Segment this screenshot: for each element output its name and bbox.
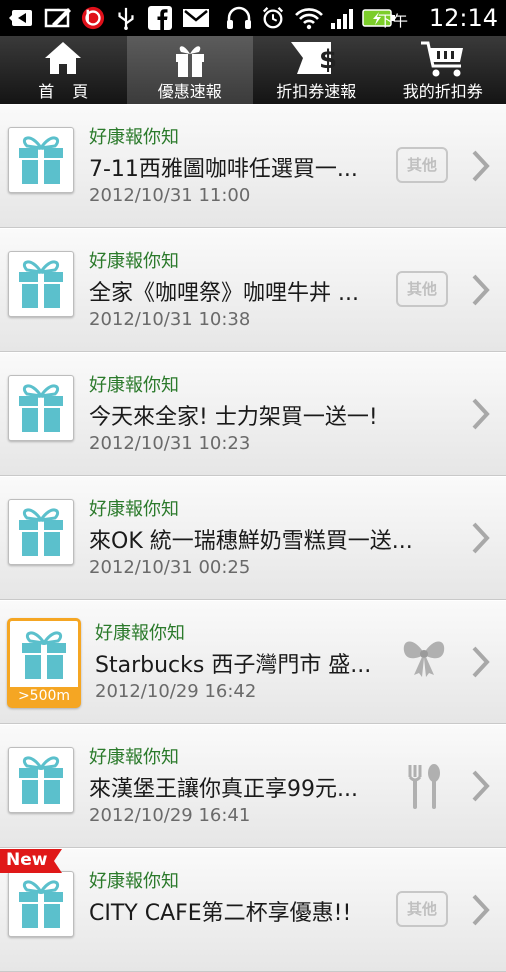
item-source: 好康報你知 (89, 867, 179, 893)
item-source: 好康報你知 (89, 495, 179, 521)
gift-icon (13, 382, 69, 434)
category-badge: 其他 (396, 891, 448, 927)
tab-bar: 首頁 優惠速報 $ 折扣券速報 我的折扣券 (0, 36, 506, 104)
beats-icon (80, 6, 106, 30)
item-source: 好康報你知 (89, 123, 179, 149)
item-date: 2012/10/31 11:00 (89, 185, 250, 206)
gift-icon (13, 258, 69, 310)
item-date: 2012/10/31 10:23 (89, 433, 250, 454)
list-item[interactable]: 好康報你知 7-11西雅圖咖啡任選買一... 2012/10/31 11:00 … (0, 104, 506, 228)
item-title: 來OK 統一瑞穗鮮奶雪糕買一送... (89, 523, 451, 555)
item-date: 2012/10/29 16:42 (95, 681, 256, 702)
chevron-right-icon (470, 769, 492, 803)
list-item[interactable]: 好康報你知 全家《咖哩祭》咖哩牛丼 ... 2012/10/31 10:38 其… (0, 228, 506, 352)
item-title: 全家《咖哩祭》咖哩牛丼 ... (89, 275, 389, 307)
tab-coupons[interactable]: $ 折扣券速報 (253, 36, 380, 104)
list-item[interactable]: 好康報你知 今天來全家! 士力架買一送一! 2012/10/31 10:23 (0, 352, 506, 476)
gmail-icon (182, 6, 210, 30)
thumbnail (8, 871, 74, 937)
wifi-icon (294, 6, 324, 30)
coupon-icon: $ (289, 40, 343, 76)
tab-coupons-label: 折扣券速報 (253, 78, 380, 102)
tab-deals-label: 優惠速報 (127, 78, 254, 102)
bow-icon (400, 635, 448, 679)
gift-icon (13, 506, 69, 558)
tab-my-coupons[interactable]: 我的折扣券 (380, 36, 506, 104)
home-icon (43, 40, 83, 76)
distance-label: >500m (10, 687, 78, 705)
item-source: 好康報你知 (95, 619, 185, 645)
item-date: 2012/10/29 16:41 (89, 805, 250, 826)
thumbnail: >500m (7, 618, 81, 708)
tab-deals[interactable]: 優惠速報 (127, 36, 254, 104)
headphones-icon (226, 6, 252, 30)
thumbnail (8, 375, 74, 441)
fork-spoon-icon (404, 763, 444, 811)
svg-text:$: $ (319, 45, 337, 75)
item-date: 2012/10/31 00:25 (89, 557, 250, 578)
new-label: New (6, 850, 47, 870)
category-badge: 其他 (396, 147, 448, 183)
item-title: 來漢堡王讓你真正享99元... (89, 771, 389, 803)
tab-home[interactable]: 首頁 (0, 36, 127, 104)
status-ampm: 下午 (378, 10, 408, 31)
item-source: 好康報你知 (89, 371, 179, 397)
gift-icon (13, 878, 69, 930)
list-item[interactable]: 好康報你知 來OK 統一瑞穗鮮奶雪糕買一送... 2012/10/31 00:2… (0, 476, 506, 600)
back-icon (8, 6, 34, 30)
thumbnail (8, 127, 74, 193)
list-item[interactable]: 好康報你知 來漢堡王讓你真正享99元... 2012/10/29 16:41 (0, 724, 506, 848)
tab-my-coupons-label: 我的折扣券 (380, 78, 506, 102)
chevron-right-icon (470, 273, 492, 307)
chevron-right-icon (470, 893, 492, 927)
gift-icon (13, 134, 69, 186)
item-source: 好康報你知 (89, 247, 179, 273)
thumbnail (8, 747, 74, 813)
item-title: 7-11西雅圖咖啡任選買一... (89, 151, 389, 183)
status-time: 12:14 (429, 4, 498, 32)
list-item[interactable]: New 好康報你知 CITY CAFE第二杯享優惠!! 其他 (0, 848, 506, 972)
gift-icon (16, 629, 72, 681)
gift-icon (13, 754, 69, 806)
thumbnail (8, 251, 74, 317)
chevron-right-icon (470, 645, 492, 679)
category-badge: 其他 (396, 271, 448, 307)
tab-home-label: 首頁 (0, 78, 127, 102)
item-title: Starbucks 西子灣門市 盛... (95, 647, 391, 679)
list-item[interactable]: >500m 好康報你知 Starbucks 西子灣門市 盛... 2012/10… (0, 600, 506, 724)
cart-icon (419, 40, 467, 78)
alarm-icon (260, 6, 286, 30)
item-title: 今天來全家! 士力架買一送一! (89, 399, 449, 431)
chevron-right-icon (470, 149, 492, 183)
signal-icon (330, 6, 356, 30)
deal-list: 好康報你知 7-11西雅圖咖啡任選買一... 2012/10/31 11:00 … (0, 104, 506, 972)
edit-icon (44, 6, 72, 30)
usb-icon (114, 6, 138, 30)
status-bar: 下午 12:14 (0, 0, 506, 36)
item-date: 2012/10/31 10:38 (89, 309, 250, 330)
gift-icon (171, 40, 209, 78)
chevron-right-icon (470, 397, 492, 431)
facebook-icon (148, 6, 172, 30)
item-source: 好康報你知 (89, 743, 179, 769)
thumbnail (8, 499, 74, 565)
chevron-right-icon (470, 521, 492, 555)
